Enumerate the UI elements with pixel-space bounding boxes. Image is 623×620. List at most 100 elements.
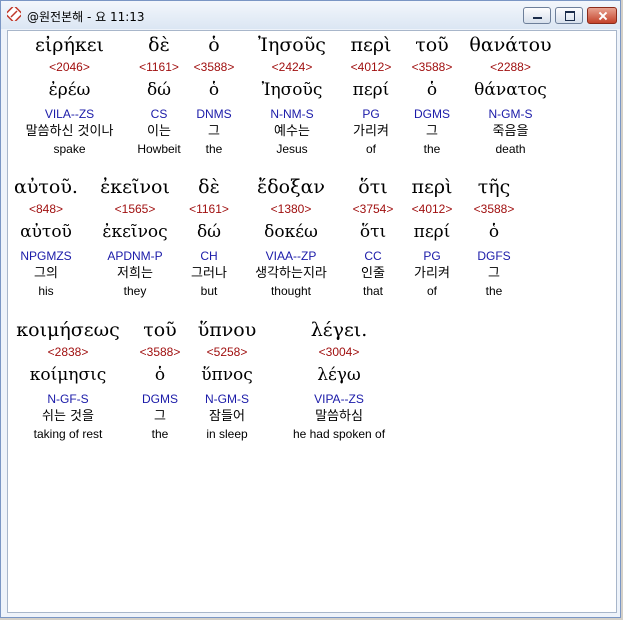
greek-word: τῆς [477, 176, 511, 198]
lemma: ὁ [154, 365, 166, 385]
word-card[interactable]: περὶ <4012> περί PG 가리켜 of [404, 173, 460, 299]
morphology-code[interactable]: APDNM-P [92, 247, 178, 265]
strong-number[interactable]: <2424> [246, 59, 338, 75]
strong-number[interactable]: <3588> [189, 59, 239, 75]
strong-number[interactable]: <3588> [404, 59, 460, 75]
korean-gloss: 쉬는 것을 [42, 409, 94, 424]
korean-gloss: 그 [426, 124, 438, 139]
strong-number[interactable]: <3754> [345, 201, 401, 217]
korean-gloss: 인줄 [361, 266, 385, 281]
greek-word: τοῦ [143, 319, 177, 341]
title-bar[interactable]: @원전본해 - 요 11:13 [1, 1, 620, 29]
maximize-button[interactable] [555, 7, 583, 24]
english-gloss: Howbeit [137, 142, 181, 156]
greek-word: θανάτου [469, 34, 552, 56]
word-card[interactable]: ἔδοξαν <1380> δοκέω VIAA--ZP 생각하는지라 thou… [242, 173, 340, 299]
lemma: δώ [146, 80, 172, 100]
morphology-code[interactable]: NPGMZS [8, 247, 84, 265]
english-gloss: the [151, 427, 169, 441]
morphology-code[interactable]: PG [404, 247, 460, 265]
app-icon [7, 7, 21, 21]
morphology-code[interactable]: DGMS [404, 105, 460, 123]
word-card[interactable]: ὁ <3588> ὁ DNMS 그 the [189, 31, 239, 157]
greek-word: ἐκεῖνοι [100, 176, 170, 198]
korean-gloss: 말씀하심 [315, 409, 363, 424]
lemma: ἐκεῖνος [102, 222, 168, 242]
greek-word: ἔδοξαν [257, 176, 325, 198]
morphology-code[interactable]: N-GF-S [8, 390, 128, 408]
app-window: @원전본해 - 요 11:13 εἰρήκει <2046> ἐρέω VILA… [0, 0, 621, 618]
strong-number[interactable]: <3004> [284, 344, 394, 360]
korean-gloss: 그러나 [191, 266, 227, 281]
strong-number[interactable]: <3588> [132, 344, 188, 360]
morphology-code[interactable]: DGMS [132, 390, 188, 408]
word-card[interactable]: ὅτι <3754> ὅτι CC 인줄 that [345, 173, 401, 299]
morphology-code[interactable]: DGFS [464, 247, 524, 265]
word-card[interactable]: ἐκεῖνοι <1565> ἐκεῖνος APDNM-P 저희는 they [92, 173, 178, 299]
word-card[interactable]: κοιμήσεως <2838> κοίμησις N-GF-S 쉬는 것을 t… [8, 316, 128, 442]
lemma: ὁ [488, 222, 500, 242]
strong-number[interactable]: <1380> [242, 201, 340, 217]
english-gloss: his [38, 284, 54, 298]
word-card[interactable]: εἰρήκει <2046> ἐρέω VILA--ZS 말씀하신 것이나 sp… [8, 31, 131, 157]
english-gloss: Jesus [276, 142, 308, 156]
word-card[interactable]: ὕπνου <5258> ὕπνος N-GM-S 잠들어 in sleep [193, 316, 261, 442]
strong-number[interactable]: <2046> [8, 59, 131, 75]
lemma: ὁ [426, 80, 438, 100]
word-card[interactable]: δὲ <1161> δώ CH 그러나 but [183, 173, 235, 299]
morphology-code[interactable]: CH [183, 247, 235, 265]
greek-word: εἰρήκει [34, 34, 104, 56]
english-gloss: they [123, 284, 147, 298]
morphology-code[interactable]: VIPA--ZS [284, 390, 394, 408]
strong-number[interactable]: <2838> [8, 344, 128, 360]
strong-number[interactable]: <5258> [193, 344, 261, 360]
interlinear-view[interactable]: εἰρήκει <2046> ἐρέω VILA--ZS 말씀하신 것이나 sp… [7, 30, 617, 613]
minimize-button[interactable] [523, 7, 551, 24]
window-title: @원전본해 - 요 11:13 [27, 10, 145, 24]
strong-number[interactable]: <848> [8, 201, 84, 217]
lemma: κοίμησις [29, 365, 107, 385]
morphology-code[interactable]: DNMS [189, 105, 239, 123]
word-card[interactable]: τοῦ <3588> ὁ DGMS 그 the [404, 31, 460, 157]
greek-word: τοῦ [415, 34, 449, 56]
english-gloss: but [200, 284, 218, 298]
morphology-code[interactable]: VIAA--ZP [242, 247, 340, 265]
strong-number[interactable]: <1565> [92, 201, 178, 217]
word-card[interactable]: δὲ <1161> δώ CS 이는 Howbeit [131, 31, 187, 157]
greek-word: περὶ [411, 176, 453, 198]
strong-number[interactable]: <4012> [404, 201, 460, 217]
korean-gloss: 그 [488, 266, 500, 281]
lemma: δώ [196, 222, 222, 242]
word-card[interactable]: λέγει. <3004> λέγω VIPA--ZS 말씀하심 he had … [284, 316, 394, 442]
morphology-code[interactable]: VILA--ZS [8, 105, 131, 123]
strong-number[interactable]: <4012> [341, 59, 401, 75]
lemma: ἐρέω [48, 80, 91, 100]
greek-word: δὲ [198, 176, 220, 198]
strong-number[interactable]: <2288> [463, 59, 558, 75]
strong-number[interactable]: <3588> [464, 201, 524, 217]
lemma: ὁ [208, 80, 220, 100]
word-card[interactable]: αὐτοῦ. <848> αὐτοῦ NPGMZS 그의 his [8, 173, 84, 299]
english-gloss: thought [270, 284, 312, 298]
morphology-code[interactable]: N-GM-S [193, 390, 261, 408]
greek-word: λέγει. [310, 319, 368, 341]
greek-word: Ἰησοῦς [258, 34, 326, 56]
morphology-code[interactable]: CS [131, 105, 187, 123]
korean-gloss: 생각하는지라 [255, 266, 327, 281]
word-card[interactable]: περὶ <4012> περί PG 가리켜 of [341, 31, 401, 157]
word-card[interactable]: τῆς <3588> ὁ DGFS 그 the [464, 173, 524, 299]
english-gloss: the [485, 284, 503, 298]
word-card[interactable]: Ἰησοῦς <2424> Ἰησοῦς N-NM-S 예수는 Jesus [246, 31, 338, 157]
strong-number[interactable]: <1161> [183, 201, 235, 217]
morphology-code[interactable]: N-NM-S [246, 105, 338, 123]
word-card[interactable]: θανάτου <2288> θάνατος N-GM-S 죽음을 death [463, 31, 558, 157]
close-button[interactable] [587, 7, 617, 24]
maximize-icon [556, 8, 582, 23]
english-gloss: he had spoken of [292, 427, 386, 441]
morphology-code[interactable]: N-GM-S [463, 105, 558, 123]
greek-word: ὁ [208, 34, 220, 56]
morphology-code[interactable]: CC [345, 247, 401, 265]
strong-number[interactable]: <1161> [131, 59, 187, 75]
word-card[interactable]: τοῦ <3588> ὁ DGMS 그 the [132, 316, 188, 442]
morphology-code[interactable]: PG [341, 105, 401, 123]
